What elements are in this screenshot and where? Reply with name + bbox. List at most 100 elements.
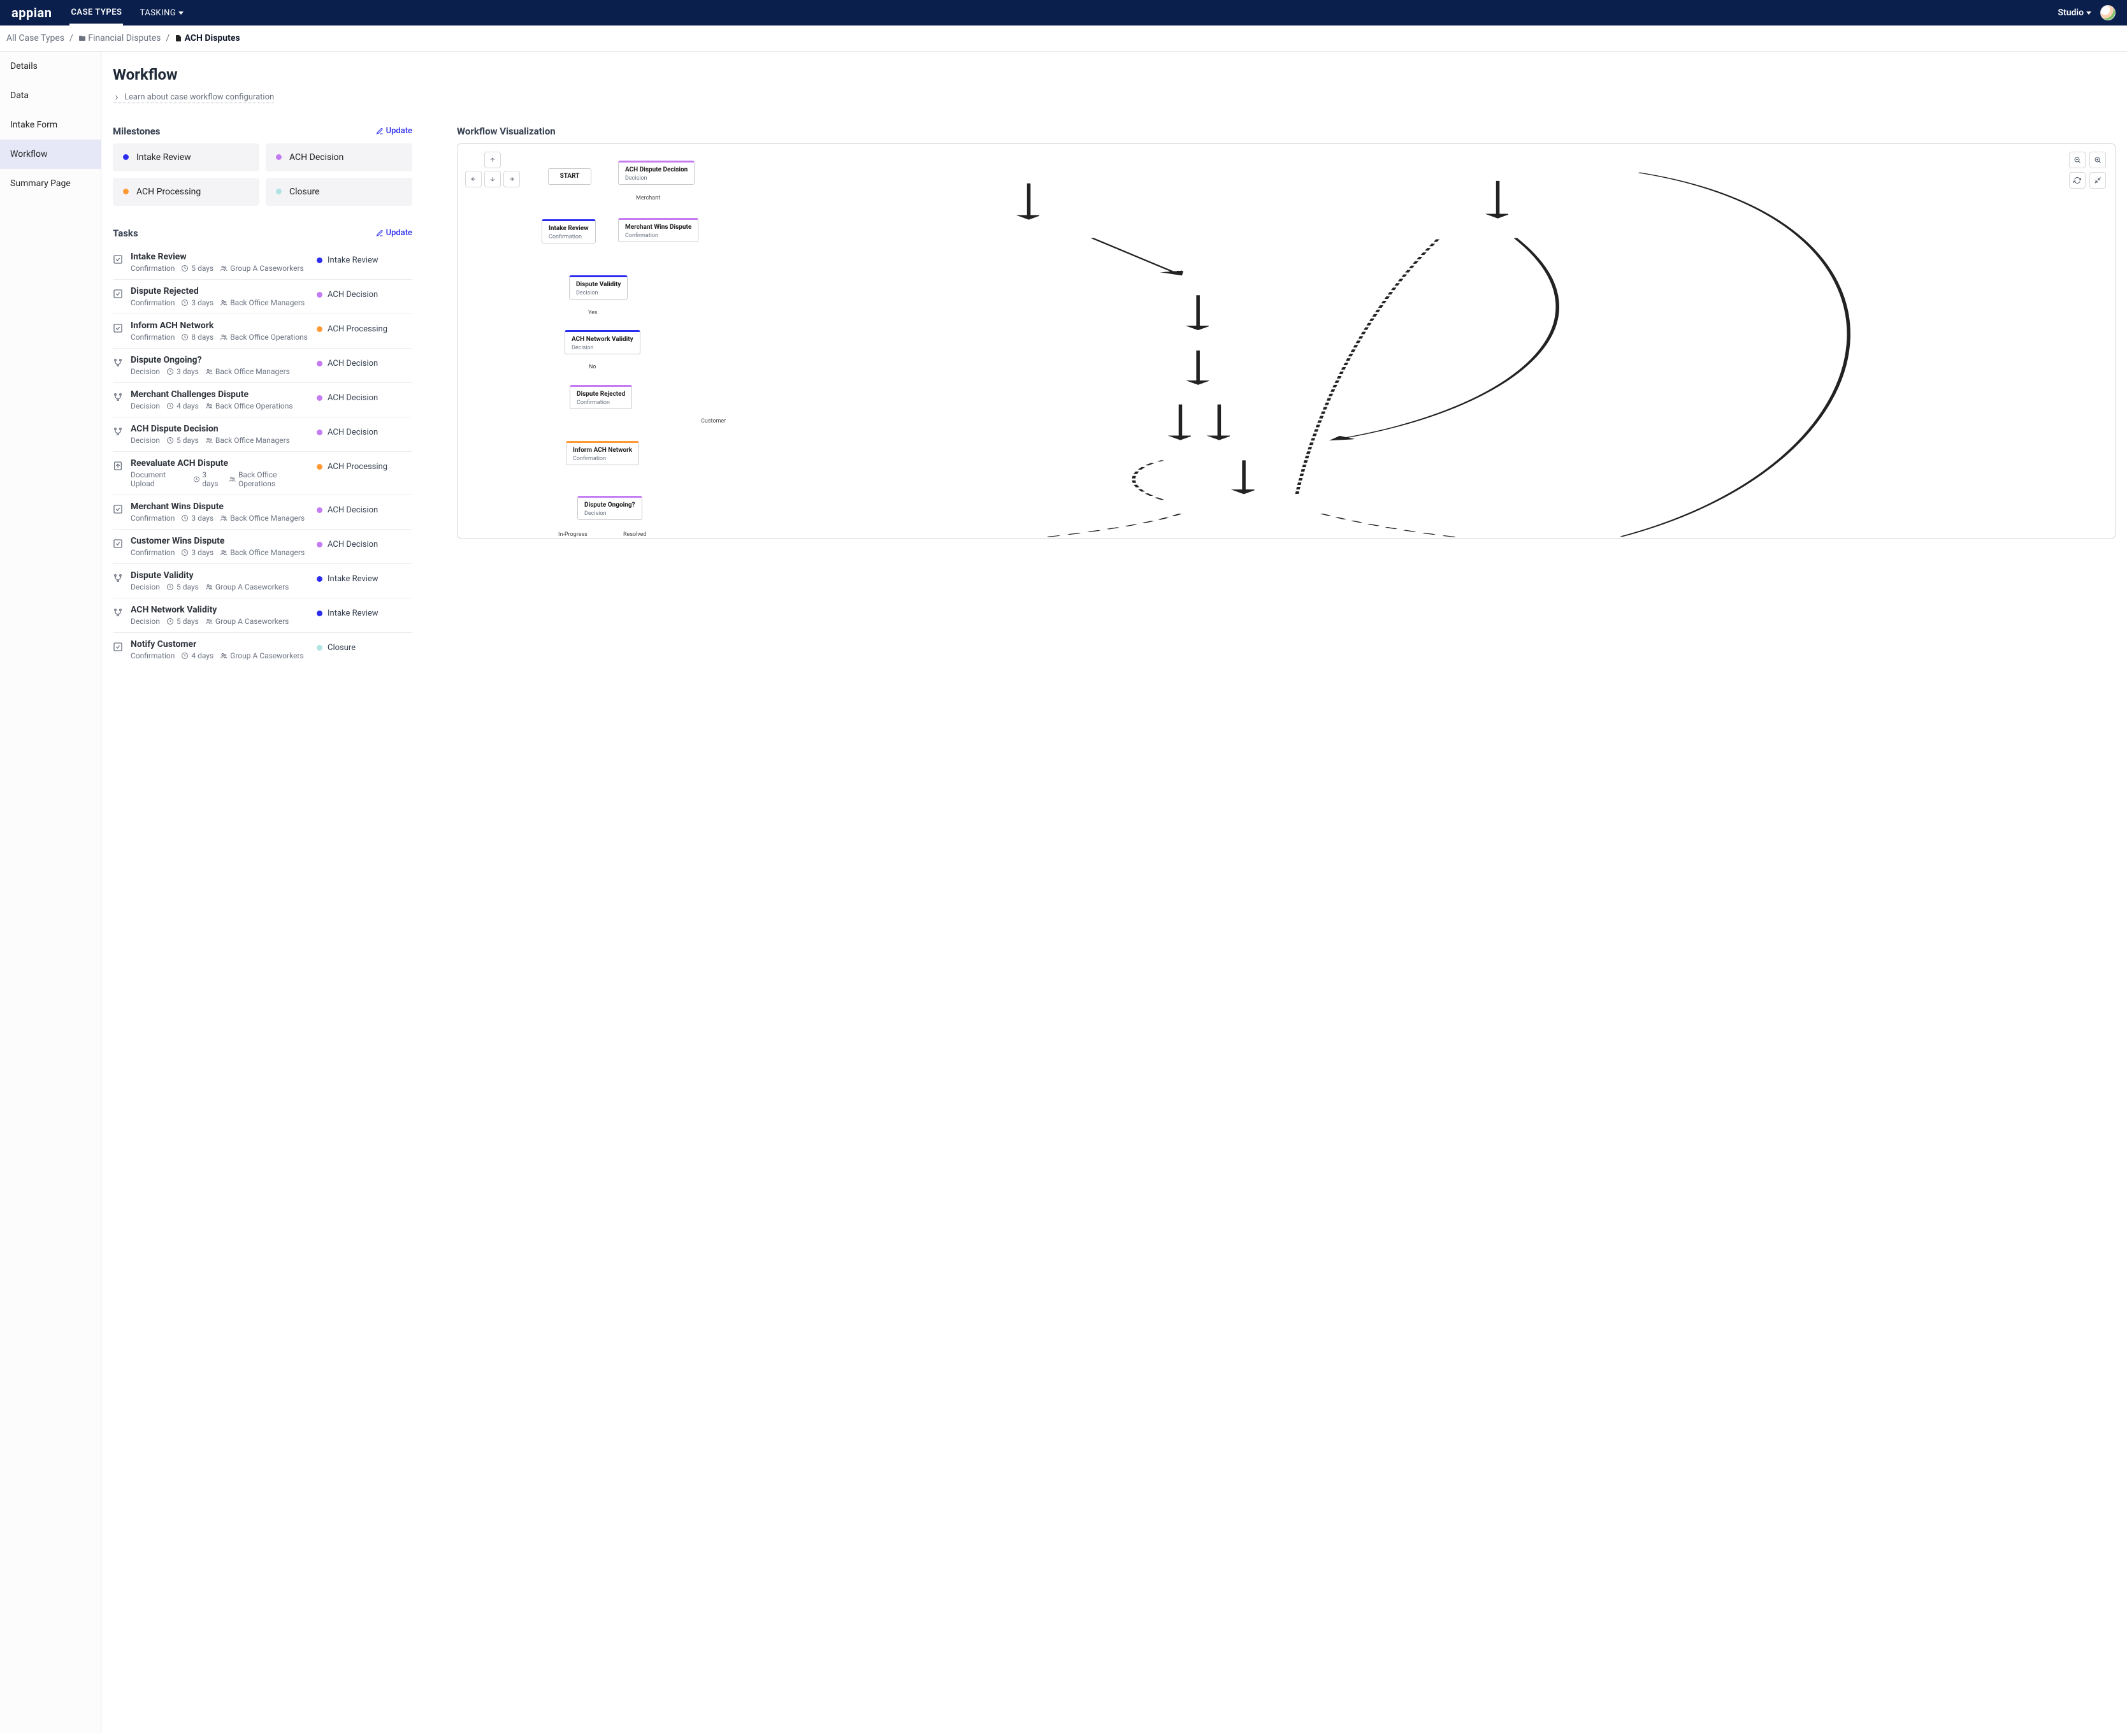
learn-link[interactable]: Learn about case workflow configuration [113, 92, 274, 103]
sidebar-item-workflow[interactable]: Workflow [0, 140, 101, 169]
task-title: ACH Dispute Decision [131, 424, 309, 434]
task-type: Confirmation [131, 298, 175, 307]
edge-label-no: No [589, 364, 596, 370]
milestones-update-link[interactable]: Update [376, 126, 412, 136]
task-type: Decision [131, 582, 160, 591]
viz-zoom-controls [2069, 152, 2107, 189]
top-nav: appian CASE TYPES TASKING Studio [0, 0, 2127, 25]
zoom-out-icon [2073, 156, 2081, 164]
milestones-grid: Intake Review ACH DecisionACH Processing C… [113, 143, 412, 206]
zoom-out-button[interactable] [2069, 152, 2086, 168]
task-type: Decision [131, 367, 160, 376]
task-meta: Decision5 daysGroup A Caseworkers [131, 582, 309, 591]
task-row[interactable]: Dispute ValidityDecision5 daysGroup A Ca… [113, 564, 412, 598]
edge-label-yes: Yes [588, 310, 598, 316]
crumb-folder[interactable]: Financial Disputes [78, 33, 161, 43]
task-group: Back Office Operations [205, 401, 293, 410]
task-title: Dispute Rejected [131, 286, 309, 296]
milestone-closure[interactable]: Closure [266, 178, 412, 206]
task-meta: Confirmation5 daysGroup A Caseworkers [131, 264, 309, 273]
check-icon [113, 323, 123, 333]
task-meta: Decision5 daysGroup A Caseworkers [131, 617, 309, 626]
fit-button[interactable] [2089, 172, 2106, 189]
zoom-in-button[interactable] [2089, 152, 2106, 168]
task-row[interactable]: ACH Dispute DecisionDecision5 daysBack O… [113, 417, 412, 452]
crumb-all-case-types[interactable]: All Case Types [6, 33, 64, 43]
task-row[interactable]: Dispute Ongoing? Decision3 daysBack Offic… [113, 349, 412, 383]
task-row[interactable]: Intake Review Confirmation5 daysGroup A C… [113, 245, 412, 280]
milestone-color-dot [317, 576, 322, 582]
sidebar-item-data[interactable]: Data [0, 81, 101, 110]
reset-button[interactable] [2069, 172, 2086, 189]
chevron-down-icon [178, 11, 184, 15]
viz-node-start[interactable]: START [548, 168, 591, 185]
milestone-ach-processing[interactable]: ACH Processing [113, 178, 259, 206]
viz-node-dispute-ongoing[interactable]: Dispute Ongoing? Decision [577, 496, 642, 521]
refresh-icon [2073, 177, 2081, 184]
viz-node-ach-dispute-decision[interactable]: ACH Dispute Decision Decision [618, 161, 695, 185]
viz-node-ach-network-validity[interactable]: ACH Network Validity Decision [565, 330, 640, 355]
milestone-color-dot [317, 326, 322, 332]
nav-tasking[interactable]: TASKING [138, 2, 185, 24]
nav-case-types[interactable]: CASE TYPES [69, 1, 123, 25]
brand-logo: appian [11, 5, 52, 20]
viz-node-intake-review[interactable]: Intake Review Confirmation [542, 219, 596, 244]
task-meta: Confirmation3 daysBack Office Managers [131, 298, 309, 307]
task-milestone: Closure [317, 643, 412, 653]
viz-node-merchant-wins[interactable]: Merchant Wins Dispute Confirmation [618, 218, 698, 243]
task-title: Merchant Challenges Dispute [131, 389, 309, 400]
milestones-heading: Milestones [113, 126, 376, 137]
pan-down-button[interactable] [484, 171, 501, 187]
task-row[interactable]: Reevaluate ACH DisputeDocument Upload3 d… [113, 452, 412, 495]
edit-icon [376, 229, 384, 237]
task-row[interactable]: Merchant Challenges DisputeDecision4 day… [113, 383, 412, 417]
task-row[interactable]: Dispute Rejected Confirmation3 daysBack O… [113, 280, 412, 314]
task-title: Dispute Ongoing? [131, 355, 309, 365]
pan-up-button[interactable] [484, 152, 501, 168]
crumb-separator: / [166, 33, 169, 43]
sidebar-item-summary-page[interactable]: Summary Page [0, 169, 101, 198]
milestone-ach-decision[interactable]: ACH Decision [266, 143, 412, 171]
task-row[interactable]: ACH Network ValidityDecision5 daysGroup … [113, 598, 412, 633]
milestone-color-dot [317, 645, 322, 651]
task-milestone: Intake Review [317, 256, 412, 265]
sidebar-item-intake-form[interactable]: Intake Form [0, 110, 101, 140]
milestone-color-dot [317, 292, 322, 298]
task-type: Decision [131, 617, 160, 626]
tasks-update-link[interactable]: Update [376, 228, 412, 238]
viz-node-dispute-validity[interactable]: Dispute Validity Decision [569, 275, 628, 300]
milestone-label: Closure [289, 187, 319, 197]
task-row[interactable]: Customer Wins DisputeConfirmation3 daysB… [113, 530, 412, 564]
arrow-down-icon [489, 176, 496, 182]
pan-right-button[interactable] [503, 171, 520, 187]
task-row[interactable]: Notify CustomerConfirmation4 daysGroup A… [113, 633, 412, 667]
avatar[interactable] [2100, 5, 2116, 20]
task-type: Decision [131, 401, 160, 410]
task-meta: Confirmation4 daysGroup A Caseworkers [131, 651, 309, 660]
pan-left-button[interactable] [465, 171, 482, 187]
viz-node-inform-ach[interactable]: Inform ACH Network Confirmation [566, 441, 639, 466]
upload-icon [113, 461, 123, 471]
milestone-color-dot [317, 361, 322, 366]
milestone-color-dot [317, 257, 322, 263]
task-title: Dispute Validity [131, 570, 309, 581]
task-meta: Decision3 daysBack Office Managers [131, 367, 309, 376]
task-row[interactable]: Inform ACH NetworkConfirmation8 daysBack… [113, 314, 412, 349]
studio-switcher[interactable]: Studio [2058, 8, 2091, 18]
milestone-intake-review[interactable]: Intake Review [113, 143, 259, 171]
check-icon [113, 254, 123, 264]
side-nav: DetailsDataIntake FormWorkflowSummary Pa… [0, 52, 101, 1733]
tasks-heading: Tasks [113, 228, 376, 239]
task-milestone: Intake Review [317, 574, 412, 584]
task-group: Group A Caseworkers [220, 264, 304, 273]
arrow-right-icon [508, 176, 515, 182]
branch-icon [113, 358, 123, 368]
edge-label-in-progress: In-Progress [558, 532, 588, 538]
milestone-color-dot [276, 154, 282, 160]
task-meta: Decision4 daysBack Office Operations [131, 401, 309, 410]
sidebar-item-details[interactable]: Details [0, 52, 101, 81]
task-row[interactable]: Merchant Wins DisputeConfirmation3 daysB… [113, 495, 412, 530]
check-icon [113, 539, 123, 549]
milestone-label: Intake Review [136, 152, 191, 163]
viz-node-dispute-rejected[interactable]: Dispute Rejected Confirmation [570, 385, 632, 410]
